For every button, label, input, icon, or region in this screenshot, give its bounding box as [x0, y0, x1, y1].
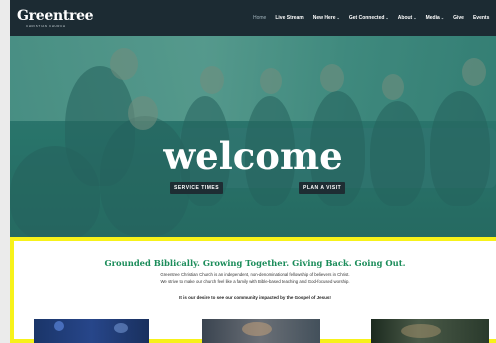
nav-label: Get Connected [348, 15, 385, 21]
hero-title: welcome [163, 134, 343, 178]
nav-item-about[interactable]: About⌄ [398, 15, 417, 21]
nav-item-live-stream[interactable]: Live Stream [275, 15, 303, 21]
photo-highlight [242, 322, 272, 336]
chevron-down-icon: ⌄ [336, 15, 340, 20]
nav-label: Give [453, 15, 464, 21]
nav-item-give[interactable]: Give [453, 15, 464, 21]
stage-light [114, 323, 128, 333]
nav-label: Live Stream [275, 15, 304, 21]
nav-label: Media [425, 15, 440, 21]
nav-label: About [397, 15, 413, 21]
top-navigation-bar: Greentree CHRISTIAN CHURCH Home Live Str… [10, 0, 496, 36]
nav-item-new-here[interactable]: New Here⌄ [313, 15, 340, 21]
worship-photo-thumbnail[interactable] [34, 319, 149, 343]
nav-item-events[interactable]: Events [473, 15, 489, 21]
main-menu: Home Live Stream New Here⌄ Get Connected… [253, 15, 496, 21]
intro-motto: It is our desire to see our community im… [179, 295, 331, 300]
browser-viewport: Greentree CHRISTIAN CHURCH Home Live Str… [10, 0, 496, 343]
description-line: We strive to make our church feel like a… [160, 279, 350, 284]
plan-a-visit-button[interactable]: PLAN A VISIT [299, 182, 346, 194]
outreach-photo-thumbnail[interactable] [371, 319, 489, 343]
nav-item-get-connected[interactable]: Get Connected⌄ [349, 15, 389, 21]
hero-banner: welcome SERVICE TIMES PLAN A VISIT [10, 36, 496, 237]
nav-item-media[interactable]: Media⌄ [426, 15, 445, 21]
service-times-button[interactable]: SERVICE TIMES [170, 182, 224, 194]
intro-tagline: Grounded Biblically. Growing Together. G… [104, 258, 406, 268]
nav-label: New Here [312, 15, 336, 21]
nav-label: Events [472, 15, 490, 21]
chevron-down-icon: ⌄ [413, 15, 417, 20]
description-line: Greentree Christian Church is an indepen… [160, 272, 350, 277]
community-photo-thumbnail[interactable] [202, 319, 320, 343]
intro-description: Greentree Christian Church is an indepen… [14, 271, 496, 285]
photo-highlight [401, 324, 441, 338]
nav-item-home[interactable]: Home [253, 15, 266, 21]
chevron-down-icon: ⌄ [385, 15, 389, 20]
logo-subtitle: CHRISTIAN CHURCH [26, 24, 66, 28]
greentree-logo[interactable]: Greentree CHRISTIAN CHURCH [17, 8, 94, 28]
nav-label: Home [253, 15, 267, 21]
intro-section: Grounded Biblically. Growing Together. G… [10, 237, 496, 343]
stage-light [54, 321, 64, 331]
chevron-down-icon: ⌄ [440, 15, 445, 20]
logo-wordmark: Greentree [17, 8, 94, 24]
